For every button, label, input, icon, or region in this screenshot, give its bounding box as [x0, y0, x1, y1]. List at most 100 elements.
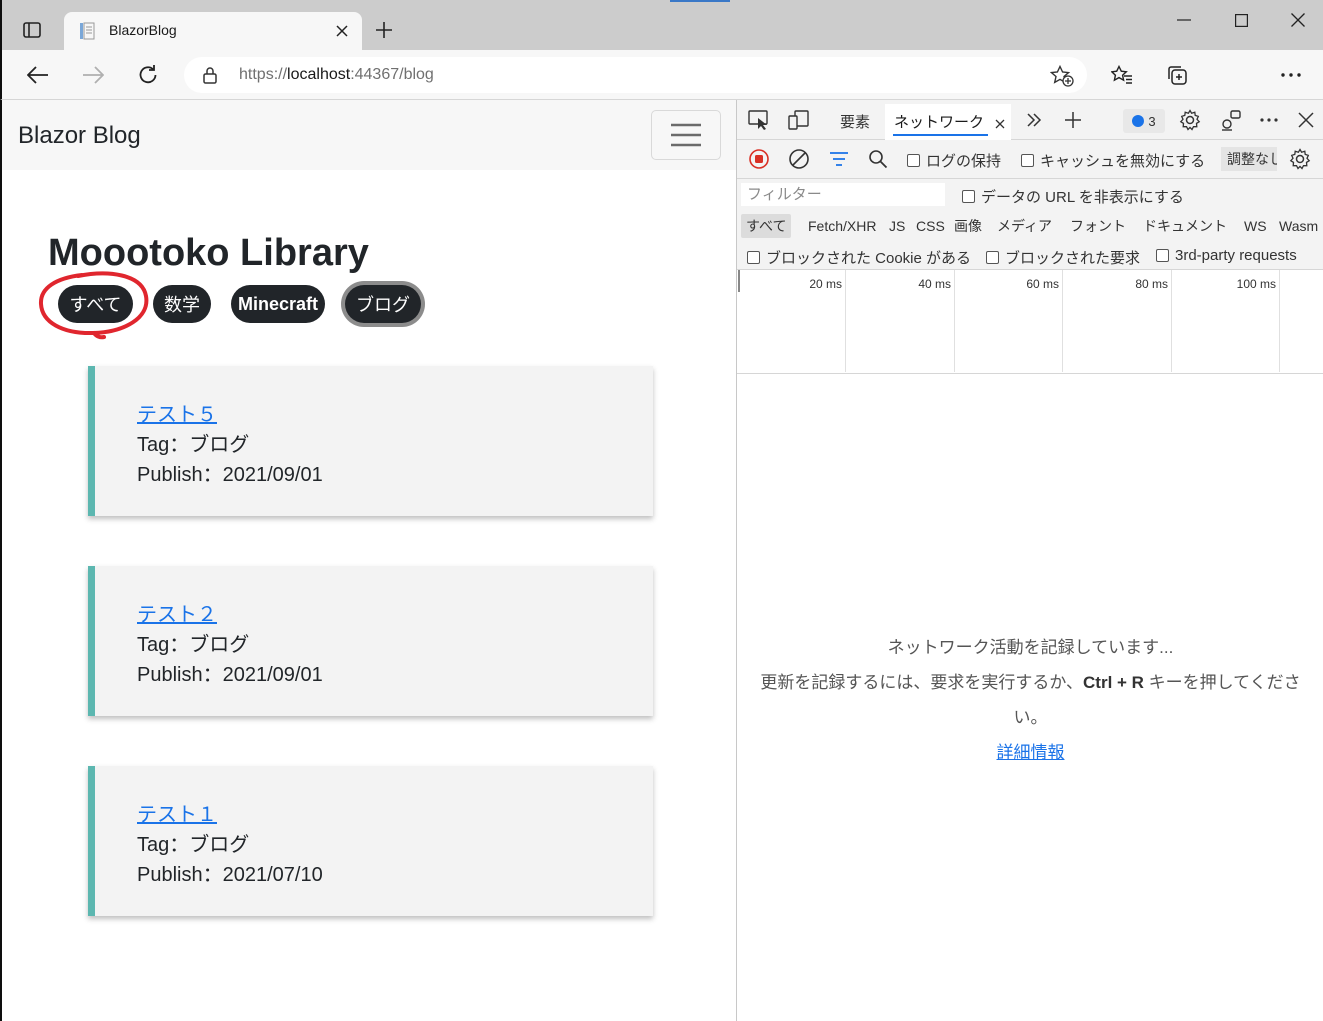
clear-icon[interactable] [787, 147, 811, 171]
checkbox-box[interactable] [1021, 154, 1034, 167]
more-tabs-icon[interactable] [1022, 108, 1046, 132]
checkbox-box[interactable] [986, 251, 999, 264]
refresh-icon[interactable] [135, 62, 161, 88]
devtools-tab-bar: 要素 ネットワーク 3 [737, 100, 1323, 140]
filter-pill-math[interactable]: 数学 [153, 285, 211, 323]
filter-input[interactable]: フィルター [741, 183, 945, 206]
forward-icon[interactable] [80, 62, 106, 88]
post-publish-date: Publish：2021/07/10 [137, 864, 323, 886]
third-party-checkbox[interactable]: 3rd-party requests [1156, 247, 1297, 264]
blocked-requests-checkbox[interactable]: ブロックされた要求 [986, 247, 1140, 268]
checkbox-box[interactable] [747, 251, 760, 264]
favorites-icon[interactable] [1109, 62, 1135, 88]
page-viewport: Blazor Blog Moootoko Library すべて 数学 Mine… [0, 100, 736, 1021]
type-filter-wasm[interactable]: Wasm [1274, 214, 1323, 238]
address-bar[interactable]: https://localhost:44367/blog [184, 57, 1087, 93]
hide-data-urls-checkbox[interactable]: データの URL を非表示にする [962, 186, 1184, 207]
timeline-label: 80 ms [1135, 277, 1168, 291]
lock-icon[interactable] [202, 66, 220, 84]
post-publish-date: Publish：2021/09/01 [137, 464, 323, 486]
active-tab-indicator [893, 134, 988, 136]
filter-icon[interactable] [827, 147, 851, 171]
reload-hint: 更新を記録するには、要求を実行するか、Ctrl + R キーを押してください。 [760, 673, 1301, 727]
type-filter-fetch-xhr[interactable]: Fetch/XHR [803, 214, 881, 238]
type-filter-js[interactable]: JS [884, 214, 910, 238]
third-party-label: 3rd-party requests [1175, 247, 1297, 264]
preserve-log-label: ログの保持 [926, 153, 1002, 170]
type-filter-all[interactable]: すべて [741, 214, 792, 238]
add-favorite-icon[interactable] [1049, 64, 1074, 87]
timeline-gridline [845, 270, 846, 372]
post-title-link[interactable]: テスト５ [137, 398, 217, 427]
blocked-cookies-label: ブロックされた Cookie がある [766, 250, 972, 267]
filter-row: フィルター データの URL を非表示にする [737, 179, 1323, 210]
checkbox-box[interactable] [1156, 249, 1169, 262]
type-filter-media[interactable]: メディア [992, 214, 1057, 238]
close-tab-icon[interactable] [995, 114, 1005, 133]
post-card: テスト５ Tag：ブログ Publish：2021/09/01 [88, 366, 653, 516]
tab-elements[interactable]: 要素 [840, 111, 870, 132]
search-icon[interactable] [866, 147, 890, 171]
collections-icon[interactable] [1164, 62, 1190, 88]
red-annotation-circle [39, 271, 149, 340]
navbar-toggler-button[interactable] [651, 110, 721, 160]
filter-pill-minecraft[interactable]: Minecraft [231, 285, 325, 323]
post-title-link[interactable]: テスト１ [137, 798, 217, 827]
device-emulation-icon[interactable] [787, 108, 811, 132]
issues-badge[interactable]: 3 [1123, 109, 1165, 133]
tab-actions-icon[interactable] [20, 18, 44, 42]
record-stop-icon[interactable] [747, 147, 771, 171]
close-devtools-icon[interactable] [1294, 108, 1318, 132]
settings-gear-icon[interactable] [1178, 108, 1202, 132]
checkbox-box[interactable] [962, 190, 975, 203]
type-filter-css[interactable]: CSS [911, 214, 950, 238]
network-empty-message: ネットワーク活動を記録しています... 更新を記録するには、要求を実行するか、C… [737, 630, 1323, 770]
back-icon[interactable] [25, 62, 51, 88]
timeline-label: 20 ms [809, 277, 842, 291]
throttling-select[interactable]: 調整なし [1221, 147, 1277, 171]
blocked-cookies-checkbox[interactable]: ブロックされた Cookie がある [747, 247, 971, 268]
maximize-icon[interactable] [1229, 10, 1253, 30]
tab-network-label: ネットワーク [894, 114, 985, 131]
browser-tab[interactable]: BlazorBlog [64, 12, 362, 50]
minimize-icon[interactable] [1172, 10, 1196, 30]
hamburger-icon [671, 123, 701, 147]
network-settings-gear-icon[interactable] [1288, 147, 1312, 171]
post-card: テスト１ Tag：ブログ Publish：2021/07/10 [88, 766, 653, 916]
post-title-link[interactable]: テスト２ [137, 598, 217, 627]
issues-icon [1132, 115, 1145, 127]
filter-pill-blog[interactable]: ブログ [345, 285, 421, 323]
timeline-gridline [954, 270, 955, 372]
add-tab-icon[interactable] [1061, 108, 1085, 132]
post-tag: Tag：ブログ [137, 834, 250, 856]
learn-more-link[interactable]: 詳細情報 [997, 743, 1065, 762]
resource-type-filters: すべて Fetch/XHR JS CSS 画像 メディア フォント ドキュメント… [737, 210, 1323, 242]
preserve-log-checkbox[interactable]: ログの保持 [907, 150, 1001, 171]
post-tag: Tag：ブログ [137, 434, 250, 456]
recording-message: ネットワーク活動を記録しています... [887, 638, 1174, 657]
blocked-filters-row: ブロックされた Cookie がある ブロックされた要求 3rd-party r… [737, 242, 1323, 270]
devtools-more-icon[interactable] [1257, 108, 1281, 132]
timeline-gridline [1279, 270, 1280, 372]
timeline-gridline [1171, 270, 1172, 372]
new-tab-icon[interactable] [372, 18, 396, 42]
connect-device-icon[interactable] [1219, 108, 1243, 132]
more-options-icon[interactable] [1278, 62, 1304, 88]
close-tab-icon[interactable] [332, 21, 352, 41]
disable-cache-checkbox[interactable]: キャッシュを無効にする [1021, 150, 1205, 171]
blocked-requests-label: ブロックされた要求 [1005, 250, 1141, 267]
network-timeline-overview[interactable]: 20 ms 40 ms 60 ms 80 ms 100 ms [737, 270, 1323, 374]
checkbox-box[interactable] [907, 154, 920, 167]
close-window-icon[interactable] [1286, 10, 1310, 30]
browser-toolbar: https://localhost:44367/blog [0, 50, 1323, 139]
tab-network[interactable]: ネットワーク [885, 104, 1011, 140]
type-filter-doc[interactable]: ドキュメント [1138, 214, 1232, 238]
timeline-label: 60 ms [1026, 277, 1059, 291]
post-publish-date: Publish：2021/09/01 [137, 664, 323, 686]
type-filter-ws[interactable]: WS [1239, 214, 1272, 238]
type-filter-img[interactable]: 画像 [949, 214, 987, 238]
url-text: https://localhost:44367/blog [239, 66, 434, 83]
inspect-element-icon[interactable] [747, 108, 771, 132]
site-brand[interactable]: Blazor Blog [18, 122, 141, 150]
type-filter-font[interactable]: フォント [1065, 214, 1131, 238]
